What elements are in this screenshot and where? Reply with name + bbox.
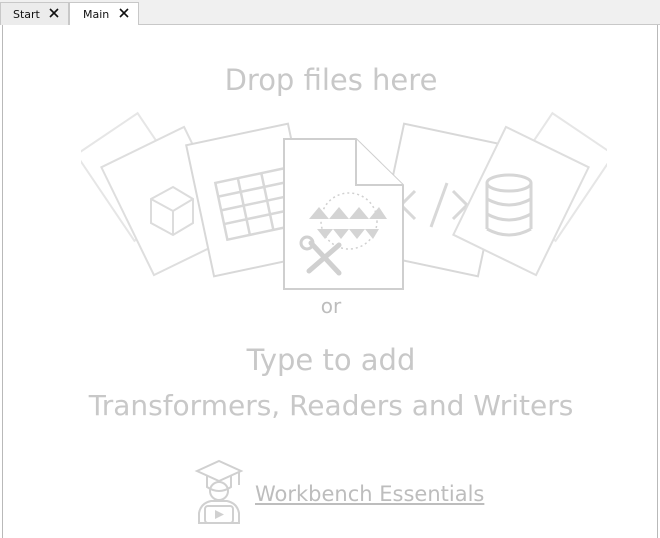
tab-main[interactable]: Main: [69, 2, 139, 26]
transformers-readers-writers-text: Transformers, Readers and Writers: [88, 389, 574, 422]
or-separator: or: [320, 294, 342, 318]
tab-start-label: Start: [13, 7, 40, 21]
workspace-canvas[interactable]: Drop files here or Type to add Transform…: [2, 25, 658, 538]
close-icon[interactable]: [118, 7, 130, 19]
workspace-file: [283, 138, 404, 290]
tab-start[interactable]: Start: [0, 2, 69, 25]
graduation-video-icon: [194, 459, 244, 524]
workbench-essentials: Workbench Essentials: [193, 459, 484, 525]
workbench-essentials-link[interactable]: Workbench Essentials: [255, 482, 484, 506]
type-to-add-heading: Type to add: [246, 343, 416, 377]
drop-files-title: Drop files here: [224, 63, 438, 97]
file-types-illustration: [81, 111, 607, 290]
tab-bar: Start Main: [0, 0, 660, 26]
tab-main-label: Main: [83, 8, 110, 21]
close-icon[interactable]: [48, 7, 60, 19]
